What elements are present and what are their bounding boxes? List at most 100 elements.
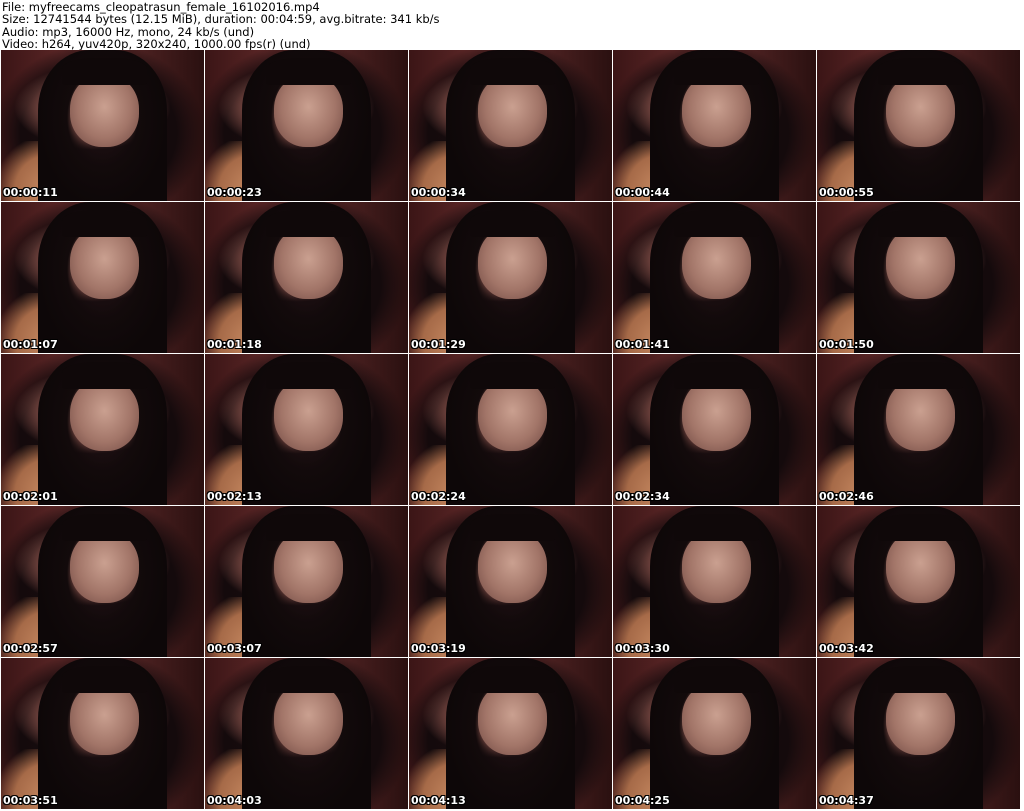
video-thumbnail: 00:01:41 — [613, 202, 816, 353]
timestamp-label: 00:02:57 — [3, 642, 58, 655]
video-thumbnail: 00:04:37 — [817, 658, 1020, 809]
timestamp-label: 00:02:46 — [819, 490, 874, 503]
timestamp-label: 00:01:29 — [411, 338, 466, 351]
bangs-shape — [265, 513, 352, 541]
face-shape — [274, 74, 344, 147]
bangs-shape — [265, 209, 352, 237]
bangs-shape — [61, 209, 148, 237]
video-thumbnail: 00:03:51 — [1, 658, 204, 809]
bangs-shape — [877, 513, 964, 541]
face-shape — [274, 682, 344, 755]
video-thumbnail: 00:04:13 — [409, 658, 612, 809]
video-thumbnail: 00:02:13 — [205, 354, 408, 505]
timestamp-label: 00:00:11 — [3, 186, 58, 199]
video-thumbnail: 00:00:11 — [1, 50, 204, 201]
video-thumbnail: 00:00:23 — [205, 50, 408, 201]
file-info-header: File: myfreecams_cleopatrasun_female_161… — [0, 0, 1024, 52]
timestamp-label: 00:04:25 — [615, 794, 670, 807]
timestamp-label: 00:03:42 — [819, 642, 874, 655]
timestamp-label: 00:02:13 — [207, 490, 262, 503]
timestamp-label: 00:02:24 — [411, 490, 466, 503]
bangs-shape — [673, 57, 760, 85]
face-shape — [478, 226, 548, 299]
timestamp-label: 00:00:55 — [819, 186, 874, 199]
face-shape — [886, 378, 956, 451]
bangs-shape — [265, 665, 352, 693]
face-shape — [478, 530, 548, 603]
face-shape — [682, 74, 752, 147]
video-thumbnail: 00:00:34 — [409, 50, 612, 201]
timestamp-label: 00:01:41 — [615, 338, 670, 351]
timestamp-label: 00:04:13 — [411, 794, 466, 807]
bangs-shape — [61, 665, 148, 693]
bangs-shape — [469, 361, 556, 389]
video-thumbnail: 00:01:29 — [409, 202, 612, 353]
timestamp-label: 00:01:07 — [3, 338, 58, 351]
video-thumbnail: 00:02:57 — [1, 506, 204, 657]
video-thumbnail: 00:01:07 — [1, 202, 204, 353]
bangs-shape — [469, 665, 556, 693]
face-shape — [274, 226, 344, 299]
face-shape — [886, 226, 956, 299]
face-shape — [886, 530, 956, 603]
face-shape — [682, 378, 752, 451]
bangs-shape — [61, 513, 148, 541]
thumbnail-grid: 00:00:11 00:00:23 00:00:34 00:00:44 00:00:55… — [1, 50, 1023, 810]
face-shape — [70, 378, 140, 451]
face-shape — [886, 74, 956, 147]
bangs-shape — [673, 665, 760, 693]
bangs-shape — [877, 57, 964, 85]
bangs-shape — [877, 665, 964, 693]
bangs-shape — [469, 57, 556, 85]
bangs-shape — [877, 209, 964, 237]
bangs-shape — [877, 361, 964, 389]
video-thumbnail: 00:04:25 — [613, 658, 816, 809]
timestamp-label: 00:04:37 — [819, 794, 874, 807]
face-shape — [274, 530, 344, 603]
face-shape — [478, 378, 548, 451]
timestamp-label: 00:01:50 — [819, 338, 874, 351]
video-thumbnail: 00:03:42 — [817, 506, 1020, 657]
video-thumbnail: 00:02:46 — [817, 354, 1020, 505]
face-shape — [682, 530, 752, 603]
face-shape — [478, 74, 548, 147]
video-thumbnail: 00:00:44 — [613, 50, 816, 201]
video-thumbnail: 00:00:55 — [817, 50, 1020, 201]
video-thumbnail: 00:01:18 — [205, 202, 408, 353]
timestamp-label: 00:03:07 — [207, 642, 262, 655]
timestamp-label: 00:03:30 — [615, 642, 670, 655]
video-thumbnail: 00:04:03 — [205, 658, 408, 809]
video-thumbnail: 00:03:07 — [205, 506, 408, 657]
timestamp-label: 00:00:23 — [207, 186, 262, 199]
timestamp-label: 00:03:51 — [3, 794, 58, 807]
video-info-line: Video: h264, yuv420p, 320x240, 1000.00 f… — [2, 37, 311, 52]
face-shape — [70, 530, 140, 603]
size-duration-line: Size: 12741544 bytes (12.15 MiB), durati… — [2, 12, 440, 27]
timestamp-label: 00:03:19 — [411, 642, 466, 655]
face-shape — [70, 682, 140, 755]
video-thumbnail: 00:03:19 — [409, 506, 612, 657]
face-shape — [682, 682, 752, 755]
timestamp-label: 00:00:44 — [615, 186, 670, 199]
timestamp-label: 00:00:34 — [411, 186, 466, 199]
timestamp-label: 00:04:03 — [207, 794, 262, 807]
bangs-shape — [265, 361, 352, 389]
face-shape — [886, 682, 956, 755]
bangs-shape — [469, 209, 556, 237]
bangs-shape — [61, 57, 148, 85]
timestamp-label: 00:02:34 — [615, 490, 670, 503]
video-thumbnail: 00:03:30 — [613, 506, 816, 657]
bangs-shape — [673, 513, 760, 541]
video-thumbnail: 00:02:24 — [409, 354, 612, 505]
bangs-shape — [265, 57, 352, 85]
video-thumbnail: 00:01:50 — [817, 202, 1020, 353]
face-shape — [70, 226, 140, 299]
timestamp-label: 00:01:18 — [207, 338, 262, 351]
bangs-shape — [469, 513, 556, 541]
timestamp-label: 00:02:01 — [3, 490, 58, 503]
bangs-shape — [673, 209, 760, 237]
bangs-shape — [61, 361, 148, 389]
face-shape — [70, 74, 140, 147]
face-shape — [274, 378, 344, 451]
video-thumbnail: 00:02:01 — [1, 354, 204, 505]
